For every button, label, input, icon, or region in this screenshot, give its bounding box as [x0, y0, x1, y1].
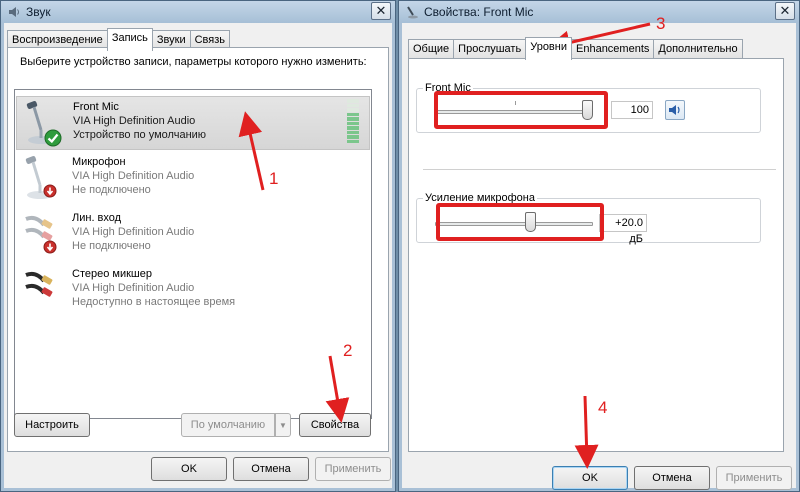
device-name: Лин. вход — [72, 212, 122, 224]
device-status: Недоступно в настоящее время — [72, 296, 236, 308]
device-text: Микрофон VIA High Definition Audio Не по… — [72, 155, 194, 197]
volume-slider-thumb[interactable] — [582, 100, 593, 120]
device-text: Лин. вход VIA High Definition Audio Не п… — [72, 211, 194, 253]
default-check-icon — [44, 129, 62, 150]
boost-slider-thumb[interactable] — [524, 212, 536, 232]
device-item-line-in[interactable]: Лин. вход VIA High Definition Audio Не п… — [16, 208, 370, 262]
tab-advanced[interactable]: Дополнительно — [653, 39, 743, 59]
tab-general[interactable]: Общие — [408, 39, 455, 59]
device-driver: VIA High Definition Audio — [73, 115, 196, 127]
cancel-button[interactable]: Отмена — [634, 466, 710, 490]
device-driver: VIA High Definition Audio — [72, 226, 195, 238]
panel-prompt: Выберите устройство записи, параметры ко… — [20, 56, 367, 68]
device-item-stereo-mix[interactable]: Стерео микшер VIA High Definition Audio … — [16, 264, 370, 318]
ok-button[interactable]: OK — [151, 457, 227, 481]
annotation-label-2: 2 — [343, 341, 353, 360]
boost-value: +20.0 дБ — [599, 214, 647, 245]
device-driver: VIA High Definition Audio — [72, 170, 195, 182]
tab-enhancements[interactable]: Enhancements — [571, 39, 655, 59]
apply-button[interactable]: Применить — [716, 466, 792, 490]
close-button[interactable]: ✕ — [371, 2, 391, 20]
level-meter — [347, 99, 359, 143]
stereo-mix-cable-icon — [22, 267, 58, 315]
speaker-icon — [7, 5, 21, 19]
title-bar[interactable]: Свойства: Front Mic ✕ — [399, 1, 799, 23]
device-status: Не подключено — [72, 240, 151, 252]
device-name: Микрофон — [72, 156, 126, 168]
unplugged-icon — [43, 240, 57, 257]
device-driver: VIA High Definition Audio — [72, 282, 195, 294]
boost-slider-track[interactable] — [435, 222, 593, 226]
annotation-label-1: 1 — [269, 169, 279, 188]
device-text: Стерео микшер VIA High Definition Audio … — [72, 267, 235, 309]
annotation-label-3: 3 — [656, 14, 666, 33]
configure-button[interactable]: Настроить — [14, 413, 90, 437]
title-bar[interactable]: Звук ✕ — [1, 1, 395, 23]
device-name: Стерео микшер — [72, 268, 152, 280]
sound-dialog: Звук ✕ Воспроизведение Запись Звуки Связ… — [0, 0, 396, 492]
device-name: Front Mic — [73, 101, 119, 113]
levels-panel: Front Mic 100 Усиление микрофона +20.0 д… — [408, 58, 784, 452]
volume-group-label: Front Mic — [423, 82, 473, 94]
separator — [423, 169, 776, 170]
speaker-icon[interactable] — [665, 100, 685, 120]
unplugged-icon — [43, 184, 57, 201]
device-status: Не подключено — [72, 184, 151, 196]
device-text: Front Mic VIA High Definition Audio Устр… — [73, 100, 206, 142]
recording-device-list[interactable]: Front Mic VIA High Definition Audio Устр… — [14, 89, 372, 419]
set-default-button[interactable]: По умолчанию — [181, 413, 275, 437]
chevron-down-icon[interactable]: ▼ — [275, 413, 291, 437]
volume-group: Front Mic 100 — [416, 82, 761, 133]
tab-levels[interactable]: Уровни — [525, 37, 572, 60]
device-status: Устройство по умолчанию — [73, 129, 207, 141]
apply-button[interactable]: Применить — [315, 457, 391, 481]
properties-button[interactable]: Свойства — [299, 413, 371, 437]
annotation-label-4: 4 — [598, 398, 608, 417]
window-title: Звук — [26, 5, 51, 19]
boost-group-label: Усиление микрофона — [423, 192, 537, 204]
properties-dialog: Свойства: Front Mic ✕ Общие Прослушать У… — [398, 0, 800, 492]
cancel-button[interactable]: Отмена — [233, 457, 309, 481]
volume-value: 100 — [611, 101, 653, 119]
tab-recording[interactable]: Запись — [106, 28, 153, 51]
ok-button[interactable]: OK — [552, 466, 628, 490]
tab-listen[interactable]: Прослушать — [453, 39, 527, 59]
boost-group: Усиление микрофона +20.0 дБ — [416, 192, 761, 245]
device-item-microphone[interactable]: Микрофон VIA High Definition Audio Не по… — [16, 152, 370, 206]
microphone-icon — [405, 5, 419, 19]
device-item-front-mic[interactable]: Front Mic VIA High Definition Audio Устр… — [16, 96, 370, 150]
window-title: Свойства: Front Mic — [424, 5, 534, 19]
volume-slider-track[interactable] — [435, 110, 593, 114]
dialog-client: Общие Прослушать Уровни Enhancements Доп… — [402, 23, 796, 490]
close-button[interactable]: ✕ — [775, 2, 795, 20]
tab-strip: Общие Прослушать Уровни Enhancements Доп… — [408, 37, 743, 60]
dialog-client: Воспроизведение Запись Звуки Связь Выбер… — [4, 23, 392, 488]
